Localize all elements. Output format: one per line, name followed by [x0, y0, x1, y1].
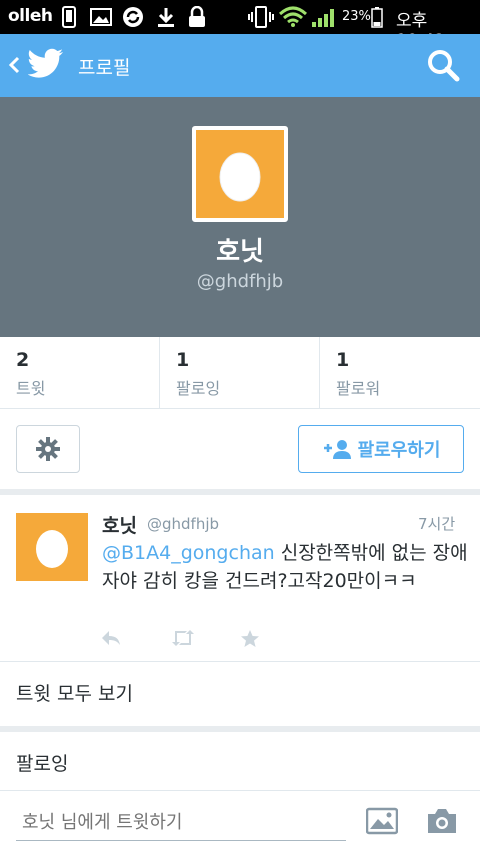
app-bar: 프로필: [0, 34, 480, 97]
stat-value: 2: [16, 349, 30, 371]
tweet-avatar[interactable]: [16, 513, 88, 581]
compose-bar: [0, 790, 480, 853]
profile-actions: 팔로우하기: [0, 409, 480, 489]
image-icon: [90, 5, 112, 29]
profile-avatar[interactable]: [192, 126, 288, 222]
tweet-handle: @ghdfhjb: [147, 515, 220, 533]
search-icon[interactable]: [426, 48, 460, 82]
retweet-icon[interactable]: [170, 629, 196, 651]
wifi-icon: [278, 5, 308, 29]
stat-value: 1: [176, 349, 190, 371]
profile-handle: @ghdfhjb: [196, 271, 284, 292]
stat-value: 1: [336, 349, 350, 371]
favorite-star-icon[interactable]: [240, 629, 260, 653]
lock-icon: [186, 5, 208, 29]
battery-percent: 23%: [342, 9, 371, 24]
following-link[interactable]: 팔로잉: [0, 732, 480, 790]
battery-icon: [370, 5, 384, 29]
photo-icon[interactable]: [365, 807, 399, 839]
stat-label: 팔로잉: [176, 379, 221, 398]
tweet-actions: [100, 629, 280, 653]
camera-icon[interactable]: [426, 807, 458, 839]
tweet-time: 7시간: [418, 515, 456, 533]
view-all-tweets-link[interactable]: 트윗 모두 보기: [0, 662, 480, 726]
add-user-icon: [323, 440, 351, 459]
carrier-label: olleh: [8, 6, 53, 26]
phone-icon: [60, 5, 78, 29]
tweet-compose-input[interactable]: [16, 805, 346, 841]
follow-label: 팔로우하기: [357, 440, 441, 461]
vibrate-icon: [248, 5, 274, 29]
back-chevron-icon[interactable]: [6, 50, 22, 80]
twitter-bird-icon[interactable]: [27, 48, 64, 80]
reply-icon[interactable]: [100, 629, 122, 651]
tweet-text: @B1A4_gongchan 신장한쪽밖에 없는 장애자야 감히 캉을 건드려?…: [102, 539, 470, 595]
stat-following[interactable]: 1 팔로잉: [160, 337, 320, 409]
status-bar: olleh 23% 오후 10:42: [0, 0, 480, 51]
profile-stats: 2 트윗 1 팔로잉 1 팔로워: [0, 337, 480, 409]
settings-button[interactable]: [16, 425, 80, 473]
stat-tweets[interactable]: 2 트윗: [0, 337, 160, 409]
gear-icon: [36, 437, 60, 461]
tweet-item[interactable]: 호닛 @ghdfhjb 7시간 @B1A4_gongchan 신장한쪽밖에 없는…: [0, 495, 480, 662]
egg-icon: [36, 530, 68, 568]
follow-button[interactable]: 팔로우하기: [298, 425, 464, 473]
stat-label: 팔로워: [336, 379, 381, 398]
egg-icon: [219, 152, 261, 202]
profile-header: 호닛 @ghdfhjb: [0, 97, 480, 337]
sync-icon: [122, 5, 144, 29]
stat-label: 트윗: [16, 379, 46, 398]
stat-followers[interactable]: 1 팔로워: [320, 337, 480, 409]
signal-icon: [311, 5, 337, 29]
download-icon: [155, 5, 177, 29]
tweet-mention[interactable]: @B1A4_gongchan: [102, 542, 275, 564]
tweet-author: 호닛: [102, 515, 137, 537]
page-title: 프로필: [78, 57, 131, 79]
profile-name: 호닛: [216, 237, 264, 267]
